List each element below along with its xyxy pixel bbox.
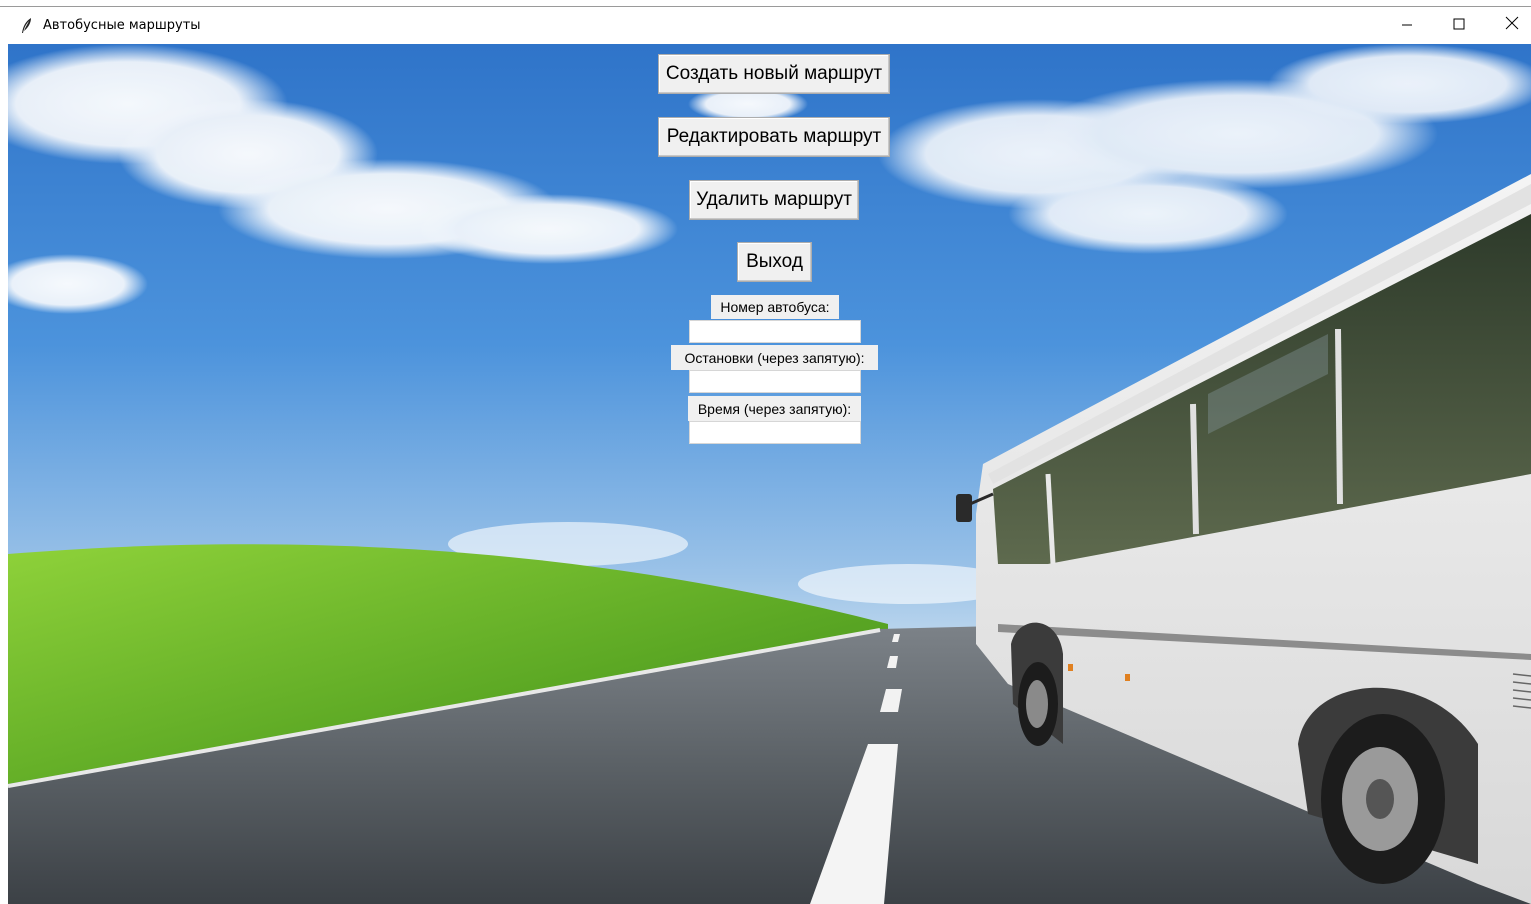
- background-image: [8, 44, 1531, 904]
- exit-button[interactable]: Выход: [737, 242, 812, 282]
- bus-number-label: Номер автобуса:: [711, 295, 839, 319]
- maximize-icon: [1453, 17, 1465, 35]
- title-bar[interactable]: Автобусные маршруты: [0, 7, 1531, 44]
- delete-route-button[interactable]: Удалить маршрут: [689, 180, 859, 220]
- main-canvas: Создать новый маршрут Редактировать марш…: [8, 44, 1531, 904]
- create-route-button[interactable]: Создать новый маршрут: [658, 54, 890, 94]
- minimize-button[interactable]: [1380, 7, 1434, 44]
- times-input[interactable]: [689, 421, 861, 444]
- stops-label: Остановки (через запятую):: [671, 345, 878, 370]
- bus-number-input[interactable]: [689, 320, 861, 343]
- maximize-button[interactable]: [1432, 7, 1486, 44]
- edit-route-button[interactable]: Редактировать маршрут: [658, 117, 890, 157]
- window-top-border: [0, 0, 1531, 7]
- close-button[interactable]: [1485, 7, 1531, 44]
- feather-icon: [20, 17, 34, 35]
- stops-input[interactable]: [689, 370, 861, 393]
- times-label: Время (через запятую):: [688, 396, 861, 421]
- window-title: Автобусные маршруты: [43, 18, 201, 33]
- minimize-icon: [1401, 17, 1413, 35]
- app-window: Автобусные маршруты Создать новый маршру…: [0, 0, 1531, 904]
- close-icon: [1505, 16, 1519, 35]
